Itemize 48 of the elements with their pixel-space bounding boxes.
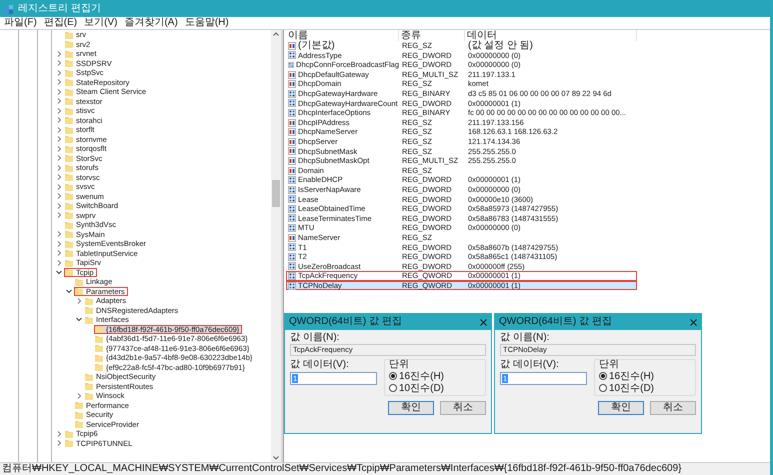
- radio-label[interactable]: 10진수(D): [609, 382, 654, 394]
- text-value-icon: [288, 166, 296, 175]
- chevron-down-icon[interactable]: [56, 270, 62, 275]
- column-header[interactable]: 종류: [399, 30, 465, 41]
- text-value-icon: [288, 42, 296, 50]
- menu-item[interactable]: 보기(V): [84, 17, 118, 29]
- radio-label[interactable]: 16진수(H): [609, 370, 654, 382]
- dialog-button[interactable]: 취소: [440, 401, 486, 415]
- chevron-up-icon[interactable]: [273, 32, 279, 36]
- field-label: 값 이름(N):: [500, 332, 550, 343]
- status-path: 컴퓨터₩HKEY_LOCAL_MACHINE₩SYSTEM₩CurrentControlSet₩Services₩Tcpip₩Parameters₩Interfaces₩{16fbd18f-f92f-461b-9f50-ff0a76dec609}: [2, 463, 682, 475]
- dialog-button[interactable]: 확인: [388, 401, 434, 415]
- group-label: 단위: [389, 359, 410, 370]
- close-icon[interactable]: [690, 318, 697, 326]
- chevron-down-icon[interactable]: [273, 456, 279, 460]
- radio-button[interactable]: [389, 384, 397, 392]
- chevron-right-icon[interactable]: [76, 392, 82, 399]
- group-label: 단위: [599, 359, 620, 370]
- chevron-down-icon[interactable]: [66, 288, 72, 294]
- field-label: 값 이름(N):: [290, 332, 340, 343]
- column-header[interactable]: 이름: [286, 30, 399, 41]
- text-value-icon: [288, 234, 296, 242]
- menu-item[interactable]: 즐겨찾기(A): [124, 17, 178, 29]
- menu-item[interactable]: 편집(E): [44, 17, 78, 29]
- menu-item[interactable]: 도움말(H): [184, 17, 229, 29]
- field-label: 값 데이터(V):: [290, 359, 350, 370]
- field-label: 값 데이터(V):: [500, 359, 560, 370]
- chevron-right-icon[interactable]: [76, 298, 82, 304]
- radio-button[interactable]: [389, 372, 397, 380]
- radio-label[interactable]: 10진수(D): [399, 382, 444, 394]
- binary-value-icon: [288, 224, 296, 232]
- scrollbar-thumb[interactable]: [272, 180, 280, 207]
- close-icon[interactable]: [480, 318, 487, 326]
- radio-button[interactable]: [599, 372, 607, 380]
- chevron-down-icon[interactable]: [76, 317, 82, 322]
- window-title: 레지스트리 편집기: [18, 2, 101, 14]
- scrollbar[interactable]: [271, 30, 281, 462]
- column-header[interactable]: 데이터: [465, 30, 637, 41]
- dialog-button[interactable]: 취소: [650, 401, 696, 415]
- radio-button[interactable]: [599, 384, 607, 392]
- table-cell: (기본값): [298, 40, 335, 51]
- dialog-title: QWORD(64비트) 값 편집: [289, 316, 402, 328]
- blocks-icon: [4, 4, 14, 14]
- dialog-button[interactable]: 확인: [598, 401, 644, 415]
- dialog-title: QWORD(64비트) 값 편집: [499, 316, 612, 328]
- radio-label[interactable]: 16진수(H): [399, 370, 444, 382]
- menu-item[interactable]: 파일(F): [4, 17, 37, 29]
- table-cell: (값 설정 안 됨): [468, 40, 533, 51]
